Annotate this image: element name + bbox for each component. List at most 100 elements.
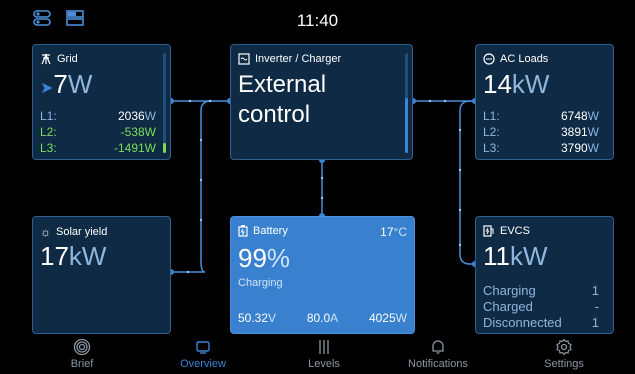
evcs-charged-label: Charged <box>483 299 533 314</box>
ac-l1-unit: W <box>587 109 599 123</box>
grid-l1-label: L1: <box>40 109 57 123</box>
ac-l3-row: L3: 3790W <box>483 141 599 155</box>
grid-l1-unit: W <box>144 109 156 123</box>
bottom-nav: Brief Overview Levels Notifications Sett… <box>0 336 635 374</box>
battery-current-unit: A <box>330 311 339 325</box>
ac-loads-card[interactable]: AC Loads 14kW L1: 6748W L2: 3891W L3: 37… <box>475 44 614 160</box>
grid-power-value: 7 <box>53 69 68 99</box>
solar-unit: kW <box>68 241 107 271</box>
ac-l1-label: L1: <box>483 109 500 123</box>
evcs-unit: kW <box>510 241 548 271</box>
grid-l2-unit: W <box>144 125 156 139</box>
battery-voltage-unit: V <box>268 311 277 325</box>
battery-power-unit: W <box>395 311 407 325</box>
inverter-card[interactable]: Inverter / Charger External control <box>230 44 413 160</box>
evcs-title: EVCS <box>500 225 530 237</box>
grid-l1-value: 2036 <box>117 109 145 123</box>
inverter-icon <box>238 53 250 65</box>
battery-power-value: 4025 <box>368 311 396 325</box>
grid-l2-value: -538 <box>120 125 145 139</box>
grid-power-unit: W <box>67 69 93 99</box>
evcs-charged-row: Charged - <box>483 299 599 314</box>
evcs-disconnected-row: Disconnected 1 <box>483 315 599 330</box>
grid-l3-row: L3: -1491W <box>40 141 156 155</box>
nav-settings-label: Settings <box>544 358 584 370</box>
evcs-charging-row: Charging 1 <box>483 283 599 298</box>
ac-loads-title: AC Loads <box>500 53 549 65</box>
battery-soc-unit: % <box>266 243 291 273</box>
ac-l2-row: L2: 3891W <box>483 125 599 139</box>
evcs-disconnected-label: Disconnected <box>483 315 562 330</box>
ac-l2-label: L2: <box>483 125 500 139</box>
ac-loads-icon <box>483 53 495 65</box>
nav-overview[interactable]: Overview <box>163 336 243 370</box>
ac-loads-unit: kW <box>511 69 550 99</box>
grid-title: Grid <box>57 53 78 65</box>
battery-current: 80.0A <box>307 311 338 325</box>
solar-power: 17kW <box>40 241 106 272</box>
battery-stats: 50.32V 80.0A 4025W <box>238 311 407 325</box>
ac-loads-value: 14 <box>483 69 512 99</box>
inverter-title: Inverter / Charger <box>255 53 342 65</box>
grid-l1-row: L1: 2036W <box>40 109 156 123</box>
grid-l3-unit: W <box>144 141 156 155</box>
evcs-charging-label: Charging <box>483 283 536 298</box>
nav-levels-label: Levels <box>308 358 340 370</box>
ac-l3-value: 3790 <box>560 141 588 155</box>
solar-title: Solar yield <box>56 226 108 238</box>
inverter-level-bar <box>405 53 408 153</box>
grid-l3-label: L3: <box>40 141 57 155</box>
battery-voltage-value: 50.32 <box>238 311 269 325</box>
grid-power: ➤7W <box>40 69 92 100</box>
ac-l1-value: 6748 <box>560 109 588 123</box>
battery-state: Charging <box>238 277 283 289</box>
battery-temp-value: 17 <box>380 225 394 239</box>
inverter-mode-line1: External <box>238 71 327 98</box>
ac-l2-unit: W <box>587 125 599 139</box>
ac-l3-label: L3: <box>483 141 500 155</box>
grid-tower-icon <box>41 53 51 65</box>
nav-settings[interactable]: Settings <box>524 336 604 370</box>
grid-l2-row: L2: -538W <box>40 125 156 139</box>
evcs-charging-value: 1 <box>591 283 599 298</box>
sun-icon: ☼ <box>40 225 51 239</box>
evcs-power: 11kW <box>483 241 548 272</box>
ac-l2-value: 3891 <box>560 125 588 139</box>
battery-card[interactable]: Battery 17°C 99% Charging 50.32V 80.0A 4… <box>230 216 415 334</box>
grid-l3-value: -1491 <box>113 141 145 155</box>
flow-arrow-icon: ➤ <box>40 80 54 97</box>
ac-loads-power: 14kW <box>483 69 549 100</box>
overview-icon <box>196 341 210 354</box>
battery-current-value: 80.0 <box>306 311 331 325</box>
battery-voltage: 50.32V <box>238 311 276 325</box>
ac-l1-row: L1: 6748W <box>483 109 599 123</box>
battery-power: 4025W <box>369 311 407 325</box>
solar-card[interactable]: ☼ Solar yield 17kW <box>32 216 171 334</box>
battery-temp-unit: °C <box>393 225 407 239</box>
levels-icon <box>319 340 329 354</box>
bell-icon <box>432 340 444 354</box>
evcs-card[interactable]: EVCS 11kW Charging 1 Charged - Disconnec… <box>475 216 614 334</box>
nav-brief[interactable]: Brief <box>42 336 122 370</box>
grid-l2-label: L2: <box>40 125 57 139</box>
nav-overview-label: Overview <box>180 358 226 370</box>
grid-level-bar <box>163 53 166 153</box>
battery-soc: 99% <box>238 243 290 274</box>
battery-temperature: 17°C <box>380 225 407 239</box>
nav-levels[interactable]: Levels <box>284 336 364 370</box>
battery-soc-value: 99 <box>238 243 267 273</box>
battery-title: Battery <box>253 225 288 237</box>
ac-l3-unit: W <box>587 141 599 155</box>
inverter-mode-line2: control <box>238 101 311 128</box>
nav-notifications-label: Notifications <box>408 358 468 370</box>
ev-charger-icon <box>483 225 494 237</box>
solar-value: 17 <box>40 241 69 271</box>
nav-notifications[interactable]: Notifications <box>398 336 478 370</box>
evcs-value: 11 <box>483 241 510 271</box>
gear-icon <box>556 338 572 356</box>
evcs-charged-value: - <box>594 299 599 314</box>
evcs-disconnected-value: 1 <box>591 315 599 330</box>
grid-card[interactable]: Grid ➤7W L1: 2036W L2: -538W L3: -1491W <box>32 44 171 160</box>
nav-brief-label: Brief <box>70 358 94 370</box>
brief-icon <box>73 338 91 356</box>
